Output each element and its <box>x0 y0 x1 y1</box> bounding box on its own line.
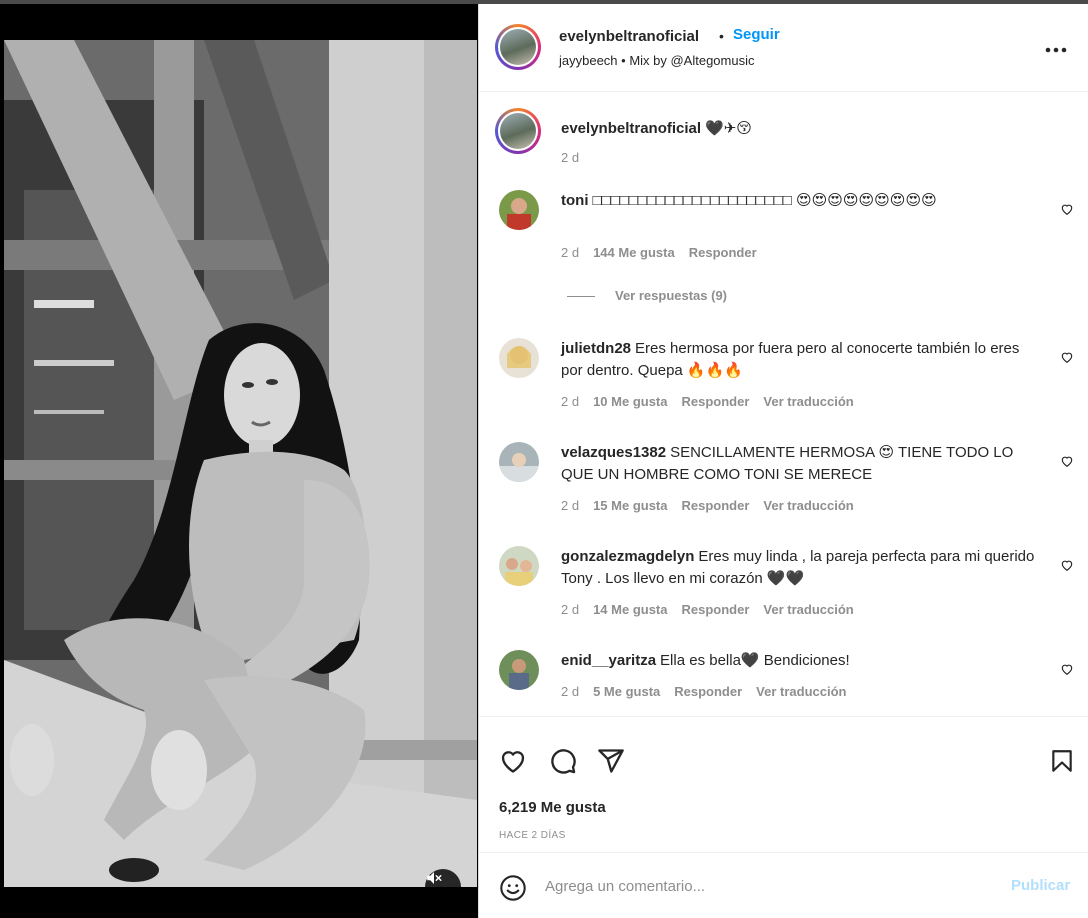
post-actions: 6,219 Me gusta HACE 2 DÍAS <box>479 716 1088 852</box>
comment-time: 2 d <box>561 684 580 699</box>
translate-button[interactable]: Ver traducción <box>763 498 853 513</box>
like-count[interactable]: 6,219 Me gusta <box>499 799 606 816</box>
audio-attribution-link[interactable]: jayybeech • Mix by @Altegomusic <box>559 53 755 68</box>
comment-time: 2 d <box>561 394 580 409</box>
comment-avatar[interactable] <box>499 338 539 378</box>
more-dots-icon <box>1045 47 1067 53</box>
comment-time: 2 d <box>561 498 580 513</box>
reply-button[interactable]: Responder <box>682 394 750 409</box>
translate-button[interactable]: Ver traducción <box>756 684 846 699</box>
comment-like-heart-icon[interactable] <box>1060 350 1074 364</box>
comment-username-link[interactable]: enid__yaritza <box>561 652 656 669</box>
comment-time: 2 d <box>561 245 580 260</box>
comment-item: velazques1382 SENCILLAMENTE HERMOSA 😍 TIE… <box>479 442 1088 522</box>
post-timestamp: HACE 2 DÍAS <box>499 830 566 841</box>
save-bookmark-icon[interactable] <box>1049 747 1075 775</box>
comment-meta: 2 d 5 Me gusta Responder Ver traducción <box>561 684 860 699</box>
author-avatar[interactable] <box>495 24 541 70</box>
comment-body: Ella es bella🖤 Bendiciones! <box>660 652 850 669</box>
comment-likes-link[interactable]: 5 Me gusta <box>593 684 660 699</box>
post-photo[interactable] <box>4 40 477 887</box>
comment-item: julietdn28 Eres hermosa por fuera pero al… <box>479 338 1088 418</box>
comment-time: 2 d <box>561 602 580 617</box>
share-paper-plane-icon[interactable] <box>597 747 625 775</box>
comment-username-link[interactable]: julietdn28 <box>561 340 631 357</box>
comment-like-heart-icon[interactable] <box>1060 662 1074 676</box>
reply-button[interactable]: Responder <box>682 602 750 617</box>
comment-likes-link[interactable]: 144 Me gusta <box>593 245 675 260</box>
translate-button[interactable]: Ver traducción <box>763 602 853 617</box>
comment-item: enid__yaritza Ella es bella🖤 Bendiciones!… <box>479 650 1088 710</box>
reply-button[interactable]: Responder <box>674 684 742 699</box>
comment-meta: 2 d 15 Me gusta Responder Ver traducción <box>561 498 868 513</box>
reply-button[interactable]: Responder <box>682 498 750 513</box>
comment-text: enid__yaritza Ella es bella🖤 Bendiciones! <box>561 650 1041 672</box>
comment-text: velazques1382 SENCILLAMENTE HERMOSA 😍 TIE… <box>561 442 1041 486</box>
translate-button[interactable]: Ver traducción <box>763 394 853 409</box>
comments-list[interactable]: evelynbeltranoficial 🖤✈😚 2 d toni □□□□□□□□… <box>479 92 1088 716</box>
comment-username-link[interactable]: velazques1382 <box>561 444 666 461</box>
post-media <box>0 4 478 918</box>
comment-avatar[interactable] <box>499 190 539 230</box>
comment-likes-link[interactable]: 10 Me gusta <box>593 394 667 409</box>
comment-input[interactable] <box>545 873 985 899</box>
more-options-button[interactable] <box>1045 36 1067 59</box>
comment-meta: 2 d 14 Me gusta Responder Ver traducción <box>561 602 868 617</box>
caption-username-link[interactable]: evelynbeltranoficial <box>561 120 701 137</box>
comment-text: julietdn28 Eres hermosa por fuera pero al… <box>561 338 1041 382</box>
caption-text: evelynbeltranoficial 🖤✈😚 <box>561 118 1041 140</box>
photo-illustration <box>4 40 477 887</box>
view-replies-button[interactable]: Ver respuestas (9) <box>567 288 727 303</box>
caption-meta: 2 d <box>561 150 593 165</box>
comment-bubble-icon[interactable] <box>549 747 577 775</box>
caption-author-avatar[interactable] <box>495 108 541 154</box>
comment-avatar[interactable] <box>499 650 539 690</box>
comment-like-heart-icon[interactable] <box>1060 558 1074 572</box>
like-heart-icon[interactable] <box>499 747 527 775</box>
comment-composer: Publicar <box>479 852 1088 918</box>
speaker-muted-icon <box>427 872 442 884</box>
comment-like-heart-icon[interactable] <box>1060 202 1074 216</box>
comment-likes-link[interactable]: 14 Me gusta <box>593 602 667 617</box>
comment-body: □□□□□□□□□□□□□□□□□□□□□□ 😍😍😍😍😍😍😍😍😍 <box>592 192 937 209</box>
publish-button[interactable]: Publicar <box>1011 877 1070 894</box>
author-username-link[interactable]: evelynbeltranoficial <box>559 28 699 45</box>
comment-avatar[interactable] <box>499 442 539 482</box>
post-caption: evelynbeltranoficial 🖤✈😚 2 d <box>479 108 1088 178</box>
post-header: evelynbeltranoficial • Seguir jayybeech … <box>479 4 1088 92</box>
comment-item: toni □□□□□□□□□□□□□□□□□□□□□□ 😍😍😍😍😍😍😍😍😍 2 d… <box>479 190 1088 310</box>
comment-text: gonzalezmagdelyn Eres muy linda , la pare… <box>561 546 1041 590</box>
comment-item: gonzalezmagdelyn Eres muy linda , la pare… <box>479 546 1088 626</box>
caption-body: 🖤✈😚 <box>705 120 752 137</box>
comment-text: toni □□□□□□□□□□□□□□□□□□□□□□ 😍😍😍😍😍😍😍😍😍 <box>561 190 1041 212</box>
comment-meta: 2 d 144 Me gusta Responder <box>561 245 771 260</box>
comment-meta: 2 d 10 Me gusta Responder Ver traducción <box>561 394 868 409</box>
comment-username-link[interactable]: toni <box>561 192 589 209</box>
reply-button[interactable]: Responder <box>689 245 757 260</box>
post-detail-panel: evelynbeltranoficial • Seguir jayybeech … <box>478 4 1088 918</box>
comment-like-heart-icon[interactable] <box>1060 454 1074 468</box>
emoji-smiley-icon[interactable] <box>499 874 527 902</box>
comment-username-link[interactable]: gonzalezmagdelyn <box>561 548 694 565</box>
follow-button[interactable]: Seguir <box>733 26 780 43</box>
comment-avatar[interactable] <box>499 546 539 586</box>
comment-likes-link[interactable]: 15 Me gusta <box>593 498 667 513</box>
separator-dot: • <box>719 28 724 44</box>
caption-time: 2 d <box>561 150 580 165</box>
